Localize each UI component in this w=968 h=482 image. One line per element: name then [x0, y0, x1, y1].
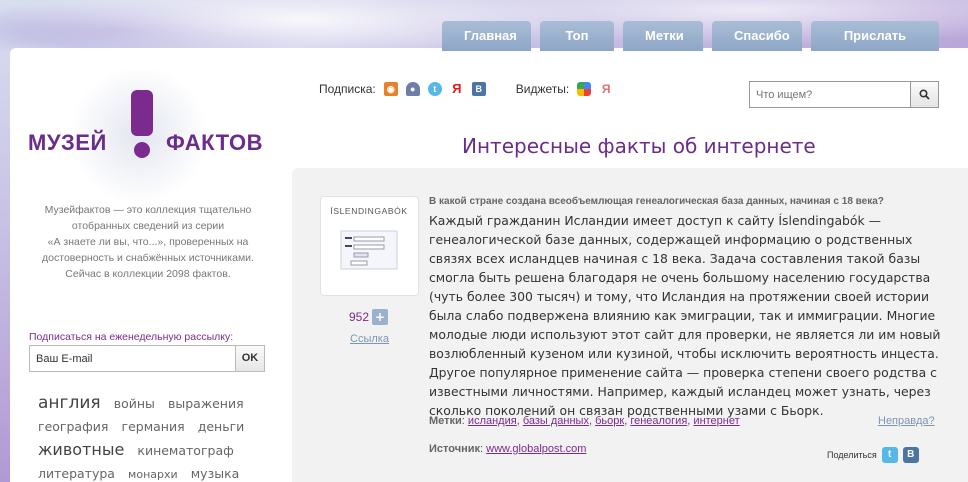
thumb-brand: ÍSLENDINGABÓK — [330, 206, 407, 216]
report-incorrect-link[interactable]: Неправда? — [878, 415, 935, 427]
source-link[interactable]: www.globalpost.com — [486, 443, 586, 455]
vote-count: 952 — [349, 310, 370, 324]
tag-link[interactable]: животные — [38, 438, 124, 461]
tag-link[interactable]: монархи — [128, 463, 178, 482]
email-field[interactable] — [30, 346, 235, 371]
google-widget-icon[interactable] — [577, 82, 592, 96]
subscription-bar: Подписка: ◉ ● t Я В Виджеты: Я — [319, 82, 613, 96]
newsletter-submit-button[interactable]: OK — [235, 346, 264, 371]
vk-share-icon[interactable]: В — [902, 447, 919, 463]
nav-submit-fact[interactable]: Прислать факт — [811, 21, 939, 73]
newsletter-label: Подписаться на еженедельную рассылку: — [29, 331, 234, 343]
nav-thanks[interactable]: Спасибо — [712, 21, 802, 51]
tag-link[interactable]: география — [38, 415, 108, 438]
permalink[interactable]: Ссылка — [350, 333, 389, 345]
twitter-share-icon[interactable]: t — [881, 447, 898, 463]
yandex-widget-icon[interactable]: Я — [599, 82, 613, 96]
tag-link[interactable]: деньги — [198, 415, 245, 438]
nav-tags[interactable]: Метки — [623, 21, 703, 51]
search-form — [749, 81, 939, 108]
fact-body: Каждый гражданин Исландии имеет доступ к… — [429, 213, 941, 418]
exclamation-icon — [131, 90, 153, 158]
logo-text-left: МУЗЕЙ — [28, 130, 107, 155]
newsletter-form: OK — [29, 345, 265, 372]
search-input[interactable] — [750, 82, 910, 107]
tag-link[interactable]: англия — [38, 392, 101, 415]
tag-link[interactable]: исландия — [468, 415, 517, 427]
fact-tags: Метки: исландия, базы данных, бьорк, ген… — [429, 415, 740, 427]
twitter-icon[interactable]: t — [427, 82, 442, 96]
tag-link[interactable]: выражения — [168, 392, 244, 415]
tag-link[interactable]: интернет — [693, 415, 739, 427]
tags-label: Метки — [429, 415, 462, 427]
tag-link[interactable]: музыка — [191, 462, 240, 482]
tag-link[interactable]: литература — [38, 462, 115, 482]
islendingabok-screenshot: ÍSLENDINGABÓK — [330, 206, 407, 270]
nav-home[interactable]: Главная — [442, 21, 531, 51]
logo-text-right: ФАКТОВ — [166, 130, 263, 155]
source-label: Источник — [429, 443, 481, 455]
site-description: Музейфактов — это коллекция тщательно от… — [42, 204, 254, 280]
tag-link[interactable]: кинематограф — [137, 439, 233, 462]
widgets-label: Виджеты: — [515, 82, 570, 96]
tag-cloud: англия войны выражения география германи… — [38, 392, 263, 482]
vote-widget: 952 + — [349, 309, 389, 325]
nav-top[interactable]: Топ — [540, 21, 614, 51]
tag-link[interactable]: генеалогия — [630, 415, 687, 427]
yandex-icon[interactable]: Я — [450, 82, 464, 96]
fact-source: Источник: www.globalpost.com — [429, 443, 587, 455]
upvote-button[interactable]: + — [372, 309, 389, 325]
site-logo[interactable]: МУЗЕЙ ФАКТОВ — [28, 70, 268, 200]
person-icon[interactable]: ● — [405, 82, 420, 96]
share-bar: Поделиться t В — [827, 447, 919, 463]
search-icon — [919, 89, 930, 100]
fact-thumbnail[interactable]: ÍSLENDINGABÓK — [320, 196, 419, 296]
tag-link[interactable]: войны — [114, 392, 155, 415]
page-title: Интересные факты об интернете — [462, 134, 816, 158]
search-button[interactable] — [910, 82, 938, 107]
tag-link[interactable]: бьорк — [595, 415, 624, 427]
fact-question: В какой стране создана всеобъемлющая ген… — [429, 196, 884, 207]
share-label: Поделиться — [827, 450, 877, 460]
tag-link[interactable]: базы данных — [523, 415, 589, 427]
main-nav: Главная Топ Метки Спасибо Прислать факт — [442, 21, 939, 73]
subscribe-label: Подписка: — [319, 82, 376, 96]
vk-icon[interactable]: В — [471, 82, 486, 96]
rss-icon[interactable]: ◉ — [383, 82, 398, 96]
tag-link[interactable]: германия — [122, 415, 185, 438]
